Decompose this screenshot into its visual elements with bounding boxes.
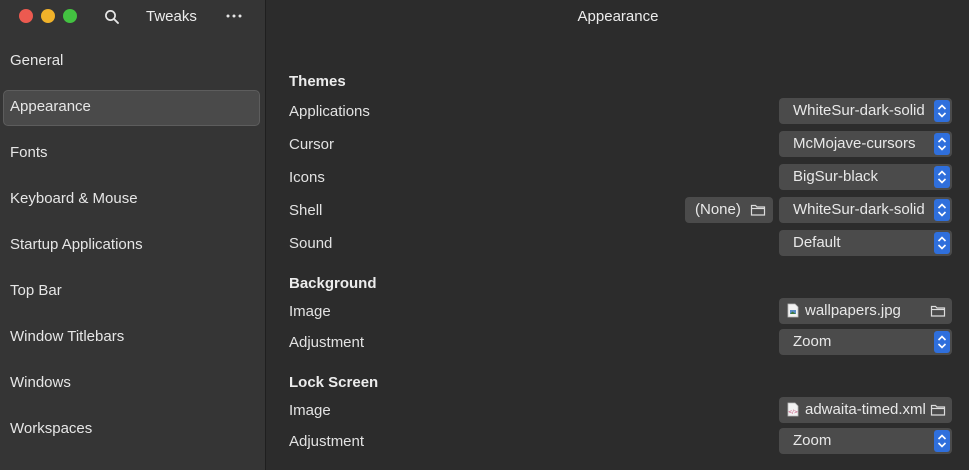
- page-title: Appearance: [577, 8, 659, 25]
- sidebar-item-label: Keyboard & Mouse: [10, 190, 138, 207]
- sidebar-item-label: General: [10, 52, 64, 69]
- dropdown-value: WhiteSur-dark-solid: [793, 102, 925, 119]
- sidebar-list: General Appearance Fonts Keyboard & Mous…: [0, 38, 266, 452]
- file-chooser-value: adwaita-timed.xml: [805, 401, 926, 418]
- minimize-window-button[interactable]: [41, 9, 55, 23]
- sidebar-item-startup-applications[interactable]: Startup Applications: [0, 222, 266, 268]
- dropdown-value: Zoom: [793, 432, 832, 449]
- lock-screen-adjustment-dropdown[interactable]: Zoom: [779, 428, 952, 454]
- sidebar-item-general[interactable]: General: [0, 38, 266, 84]
- sidebar-item-top-bar[interactable]: Top Bar: [0, 268, 266, 314]
- cursor-theme-dropdown[interactable]: McMojave-cursors: [779, 131, 952, 157]
- sidebar-item-label: Windows: [10, 374, 71, 391]
- sidebar-item-fonts[interactable]: Fonts: [0, 130, 266, 176]
- sidebar-item-workspaces[interactable]: Workspaces: [0, 406, 266, 452]
- cursor-label: Cursor: [289, 136, 335, 153]
- file-chooser-value: (None): [695, 201, 741, 218]
- search-icon[interactable]: [103, 8, 121, 26]
- applications-theme-dropdown[interactable]: WhiteSur-dark-solid: [779, 98, 952, 124]
- main-panel: Appearance Themes Applications WhiteSur-…: [267, 0, 969, 470]
- background-image-file-chooser[interactable]: wallpapers.jpg: [779, 298, 952, 324]
- sidebar: Tweaks General Appearance Fonts Keyboard…: [0, 0, 266, 470]
- shell-label: Shell: [289, 202, 323, 219]
- close-window-button[interactable]: [19, 9, 33, 23]
- applications-label: Applications: [289, 103, 370, 120]
- background-image-label: Image: [289, 303, 331, 320]
- sidebar-item-label: Window Titlebars: [10, 328, 125, 345]
- folder-icon: [930, 403, 946, 421]
- section-title-background: Background: [289, 275, 377, 292]
- app-title: Tweaks: [146, 8, 197, 25]
- lock-screen-image-file-chooser[interactable]: </> adwaita-timed.xml: [779, 397, 952, 423]
- dropdown-value: Zoom: [793, 333, 832, 350]
- dropdown-value: McMojave-cursors: [793, 135, 916, 152]
- up-down-arrow-icon: [934, 166, 950, 188]
- up-down-arrow-icon: [934, 133, 950, 155]
- up-down-arrow-icon: [934, 232, 950, 254]
- icons-theme-dropdown[interactable]: BigSur-black: [779, 164, 952, 190]
- up-down-arrow-icon: [934, 331, 950, 353]
- sidebar-item-windows[interactable]: Windows: [0, 360, 266, 406]
- folder-icon: [930, 304, 946, 322]
- maximize-window-button[interactable]: [63, 9, 77, 23]
- sidebar-header: Tweaks: [0, 0, 266, 34]
- svg-text:</>: </>: [788, 410, 798, 416]
- xml-file-icon: </>: [787, 402, 799, 421]
- sidebar-item-appearance[interactable]: Appearance: [0, 84, 266, 130]
- image-file-icon: [787, 303, 799, 322]
- sidebar-item-label: Fonts: [10, 144, 48, 161]
- more-options-icon[interactable]: [224, 4, 244, 24]
- up-down-arrow-icon: [934, 100, 950, 122]
- folder-icon: [750, 203, 766, 221]
- sound-theme-dropdown[interactable]: Default: [779, 230, 952, 256]
- dropdown-value: WhiteSur-dark-solid: [793, 201, 925, 218]
- background-adjustment-dropdown[interactable]: Zoom: [779, 329, 952, 355]
- section-title-lock-screen: Lock Screen: [289, 374, 379, 391]
- icons-label: Icons: [289, 169, 325, 186]
- sidebar-item-label: Appearance: [10, 98, 91, 115]
- background-adjustment-label: Adjustment: [289, 334, 365, 351]
- sidebar-item-label: Startup Applications: [10, 236, 143, 253]
- sidebar-item-keyboard-mouse[interactable]: Keyboard & Mouse: [0, 176, 266, 222]
- shell-theme-dropdown[interactable]: WhiteSur-dark-solid: [779, 197, 952, 223]
- lock-screen-adjustment-label: Adjustment: [289, 433, 365, 450]
- sidebar-item-label: Top Bar: [10, 282, 62, 299]
- sound-label: Sound: [289, 235, 333, 252]
- sidebar-item-window-titlebars[interactable]: Window Titlebars: [0, 314, 266, 360]
- up-down-arrow-icon: [934, 430, 950, 452]
- section-title-themes: Themes: [289, 73, 346, 90]
- file-chooser-value: wallpapers.jpg: [805, 302, 901, 319]
- sidebar-item-label: Workspaces: [10, 420, 93, 437]
- dropdown-value: BigSur-black: [793, 168, 879, 185]
- shell-file-chooser-button[interactable]: (None): [685, 197, 773, 223]
- dropdown-value: Default: [793, 234, 841, 251]
- lock-screen-image-label: Image: [289, 402, 331, 419]
- up-down-arrow-icon: [934, 199, 950, 221]
